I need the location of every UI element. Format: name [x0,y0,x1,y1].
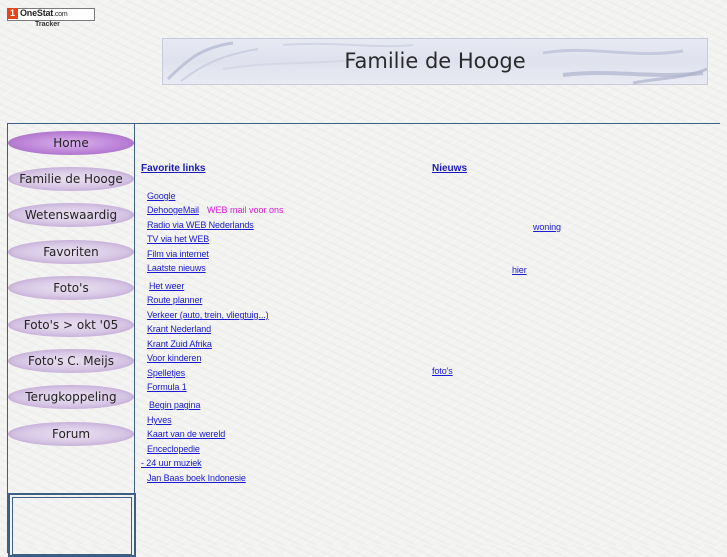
link-radio[interactable]: Radio via WEB Nederlands [147,220,254,230]
link-het-weer[interactable]: Het weer [149,281,184,291]
link-film[interactable]: Film via internet [147,249,209,259]
onestat-sub: Tracker [35,21,60,28]
onestat-brand: OneStat.com [20,8,68,18]
nav-terugkoppeling[interactable]: Terugkoppeling [8,385,134,409]
link-spelletjes[interactable]: Spelletjes [147,368,185,378]
site-title: Familie de Hooge [344,49,526,73]
onestat-tracker-logo[interactable]: 1 OneStat.com Tracker [7,8,95,32]
link-krant-zuid-afrika[interactable]: Krant Zuid Afrika [147,339,212,349]
onestat-logo-mark: 1 [7,8,18,19]
counter-widget [8,493,136,557]
nav-familie[interactable]: Familie de Hooge [8,167,134,191]
link-tv[interactable]: TV via het WEB [147,234,209,244]
site-banner: Familie de Hooge [162,38,708,85]
link-enceclopedie[interactable]: Enceclopedie [147,444,200,454]
mail-note: WEB mail voor ons [207,205,284,215]
favorite-links-heading[interactable]: Favorite links [141,163,205,174]
news-link-woning[interactable]: woning [533,222,561,232]
link-voor-kinderen[interactable]: Voor kinderen [147,353,201,363]
nav-fotos-c-meijs[interactable]: Foto's C. Meijs [8,349,134,373]
link-kaart[interactable]: Kaart van de wereld [147,429,225,439]
link-krant-nederland[interactable]: Krant Nederland [147,324,211,334]
nav-favoriten[interactable]: Favoriten [8,240,134,264]
link-formula-1[interactable]: Formula 1 [147,382,187,392]
link-jan-baas[interactable]: Jan Baas boek Indonesie [147,473,246,483]
link-google[interactable]: Google [147,191,176,201]
counter-widget-inner [12,497,132,555]
link-verkeer[interactable]: Verkeer (auto, trein, vliegtuig...) [147,310,269,320]
nav-wetenswaardig[interactable]: Wetenswaardig [8,203,134,227]
link-24-uur-muziek[interactable]: - 24 uur muziek [141,458,202,468]
link-route-planner[interactable]: Route planner [147,295,202,305]
news-link-hier[interactable]: hier [512,265,527,275]
link-laatste-nieuws[interactable]: Laatste nieuws [147,263,206,273]
nav-home[interactable]: Home [8,131,134,155]
link-hyves[interactable]: Hyves [147,415,172,425]
nav-forum[interactable]: Forum [8,422,134,446]
link-dehoogemail[interactable]: DehoogeMail [147,205,199,215]
nav-fotos-okt-05[interactable]: Foto's > okt '05 [8,313,134,337]
link-begin-pagina[interactable]: Begin pagina [149,400,200,410]
news-link-fotos[interactable]: foto's [432,366,453,376]
nieuws-heading[interactable]: Nieuws [432,163,467,174]
nav-fotos[interactable]: Foto's [8,276,134,300]
